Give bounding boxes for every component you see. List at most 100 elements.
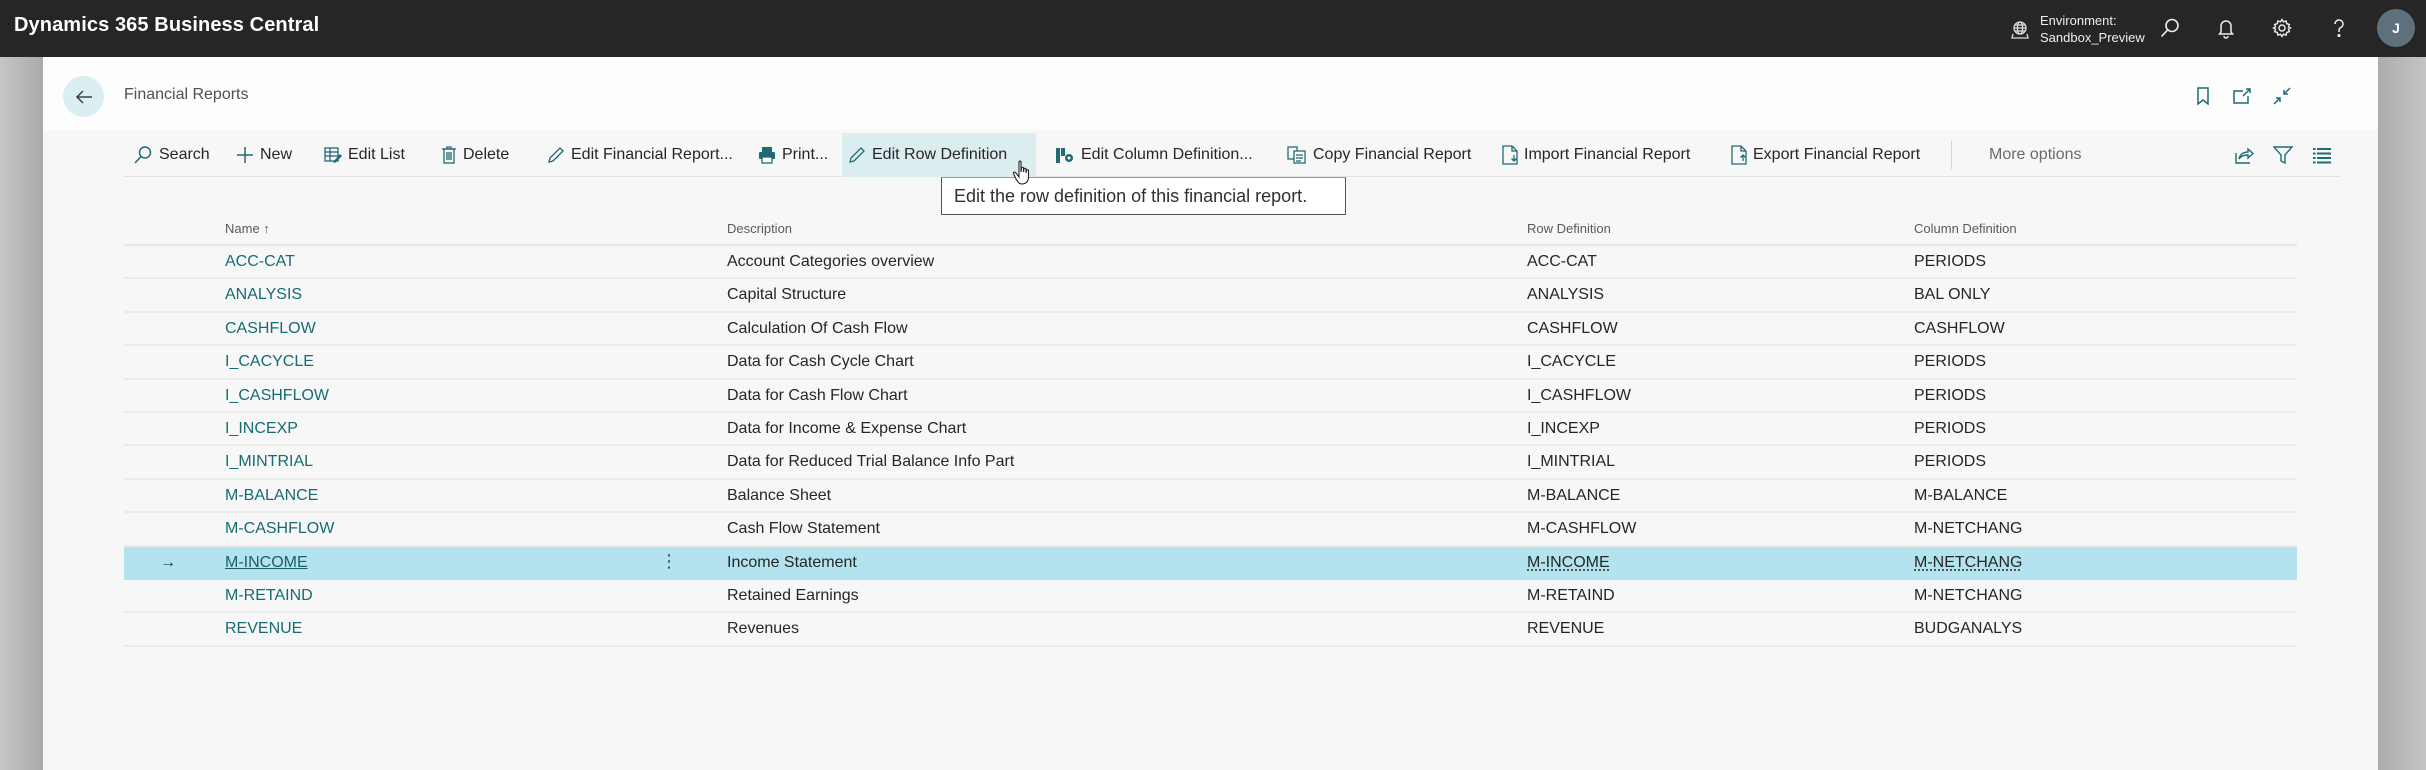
globe-icon [2011,21,2029,39]
cell-row-definition: M-BALANCE [1527,486,1621,504]
delete-action-label: Delete [463,146,510,163]
cell-column-definition: M-BALANCE [1914,486,2008,504]
table-row[interactable]: I_CACYCLE Data for Cash Cycle Chart I_CACY… [124,346,2297,380]
user-avatar[interactable]: J [2377,9,2415,47]
row-actions-menu-icon[interactable]: ⋮ [660,552,678,570]
share-button[interactable] [2232,143,2256,167]
table-row[interactable]: M-RETAIND Retained Earnings M-RETAIND M-NET… [124,580,2297,614]
cell-name[interactable]: M-INCOME [225,554,308,572]
plus-icon [237,147,253,163]
table-row[interactable]: → ⋮ M-INCOME Income Statement M-INCOME M-NETC… [124,546,2297,580]
copy-financial-report-action[interactable]: Copy Financial Report [1281,133,1477,177]
copy-icon [1287,146,1306,164]
app-title[interactable]: Dynamics 365 Business Central [14,14,319,37]
cell-description: Cash Flow Statement [727,520,880,538]
import-financial-report-action[interactable]: Import Financial Report [1496,133,1696,177]
copy-financial-report-label: Copy Financial Report [1313,146,1472,163]
back-button[interactable] [63,76,104,117]
table-row[interactable]: M-BALANCE Balance Sheet M-BALANCE M-BALANCE [124,480,2297,514]
search-button[interactable] [2157,15,2183,41]
table-row[interactable]: CASHFLOW Calculation Of Cash Flow CASHFLOW… [124,313,2297,347]
cell-name[interactable]: CASHFLOW [225,320,316,338]
table-row[interactable]: M-CASHFLOW Cash Flow Statement M-CASHFLOW M… [124,513,2297,547]
toolbar-separator [1951,141,1952,169]
edit-list-action[interactable]: Edit List [318,133,411,177]
printer-icon [759,147,775,164]
edit-financial-report-label: Edit Financial Report... [571,146,733,163]
cell-column-definition: CASHFLOW [1914,319,2005,337]
cell-column-definition: PERIODS [1914,419,1987,437]
new-action[interactable]: New [230,133,298,177]
cell-name[interactable]: M-RETAIND [225,587,313,605]
export-file-icon [1731,145,1747,165]
print-action[interactable]: Print... [752,133,834,177]
background-right [2378,57,2426,770]
cell-name[interactable]: REVENUE [225,620,302,638]
cell-name[interactable]: M-BALANCE [225,487,318,505]
cell-column-definition: M-NETCHANG [1914,520,2023,538]
new-action-label: New [260,146,293,163]
edit-column-definition-action[interactable]: Edit Column Definition... [1049,133,1259,177]
bookmark-button[interactable] [2191,84,2215,108]
settings-button[interactable] [2269,15,2295,41]
cell-description: Data for Cash Flow Chart [727,386,908,404]
search-action[interactable]: Search [127,133,216,177]
cell-description: Balance Sheet [727,486,832,504]
table-row[interactable]: I_CASHFLOW Data for Cash Flow Chart I_CASH… [124,380,2297,413]
cell-column-definition: BUDGANALYS [1914,620,2023,638]
edit-list-icon [324,147,342,163]
column-header-row-definition[interactable]: Row Definition [1527,221,1611,236]
hand-cursor-icon [1012,160,1034,191]
edit-list-action-label: Edit List [348,146,405,163]
list-view-button[interactable] [2310,143,2334,167]
export-financial-report-action[interactable]: Export Financial Report [1725,133,1926,177]
cell-column-definition: PERIODS [1914,353,1987,371]
column-header-name[interactable]: Name ↑ [225,221,270,236]
cell-description: Revenues [727,620,800,638]
collapse-button[interactable] [2270,84,2294,108]
column-header-column-definition[interactable]: Column Definition [1914,221,2017,236]
cell-description: Data for Reduced Trial Balance Info Part [727,453,1015,471]
cell-name[interactable]: M-CASHFLOW [225,520,334,538]
help-button[interactable] [2326,15,2352,41]
table-row[interactable]: I_MINTRIAL Data for Reduced Trial Balance… [124,446,2297,480]
cell-name[interactable]: ACC-CAT [225,253,295,271]
action-bar: Search New Edit List Delete Edit Financi… [124,133,2341,177]
edit-row-definition-action[interactable]: Edit Row Definition [842,133,1036,177]
more-options-action[interactable]: More options [1983,133,2088,177]
cell-description: Account Categories overview [727,253,935,270]
financial-reports-table: Name ↑ Description Row Definition Column… [124,215,2297,647]
page-header: Financial Reports [43,57,2378,130]
open-new-window-button[interactable] [2230,84,2254,108]
table-row[interactable]: REVENUE Revenues REVENUE BUDGANALYS [124,613,2297,647]
filter-icon [2273,146,2293,165]
environment-value: Sandbox_Preview [2040,30,2145,45]
delete-action[interactable]: Delete [435,133,515,177]
cell-column-definition: M-NETCHANG [1914,586,2023,604]
table-row[interactable]: I_INCEXP Data for Income & Expense Chart I… [124,413,2297,447]
import-file-icon [1502,145,1518,165]
column-settings-icon [1056,148,1073,163]
cell-name[interactable]: I_CACYCLE [225,353,314,371]
cell-row-definition: M-CASHFLOW [1527,520,1637,538]
table-row[interactable]: ACC-CAT Account Categories overview ACC-CA… [124,246,2297,280]
edit-row-definition-label: Edit Row Definition [872,146,1008,163]
table-body: ACC-CAT Account Categories overview ACC-CA… [124,246,2297,647]
notifications-button[interactable] [2213,15,2239,41]
pencil-icon [548,147,564,163]
cell-name[interactable]: ANALYSIS [225,286,302,304]
cell-name[interactable]: I_CASHFLOW [225,387,329,405]
column-header-description[interactable]: Description [727,221,792,236]
cell-description: Calculation Of Cash Flow [727,319,908,337]
bookmark-icon [2197,87,2209,106]
cell-name[interactable]: I_MINTRIAL [225,453,313,471]
cell-row-definition: M-INCOME [1527,553,1610,571]
more-options-label: More options [1989,146,2082,163]
cell-name[interactable]: I_INCEXP [225,420,298,438]
table-row[interactable]: ANALYSIS Capital Structure ANALYSIS BAL ONL… [124,279,2297,313]
filter-button[interactable] [2271,143,2295,167]
edit-financial-report-action[interactable]: Edit Financial Report... [541,133,739,177]
environment-indicator[interactable]: Environment: Sandbox_Preview [2009,10,2145,48]
table-header: Name ↑ Description Row Definition Column… [124,215,2297,246]
cell-column-definition: M-NETCHANG [1914,553,2023,571]
